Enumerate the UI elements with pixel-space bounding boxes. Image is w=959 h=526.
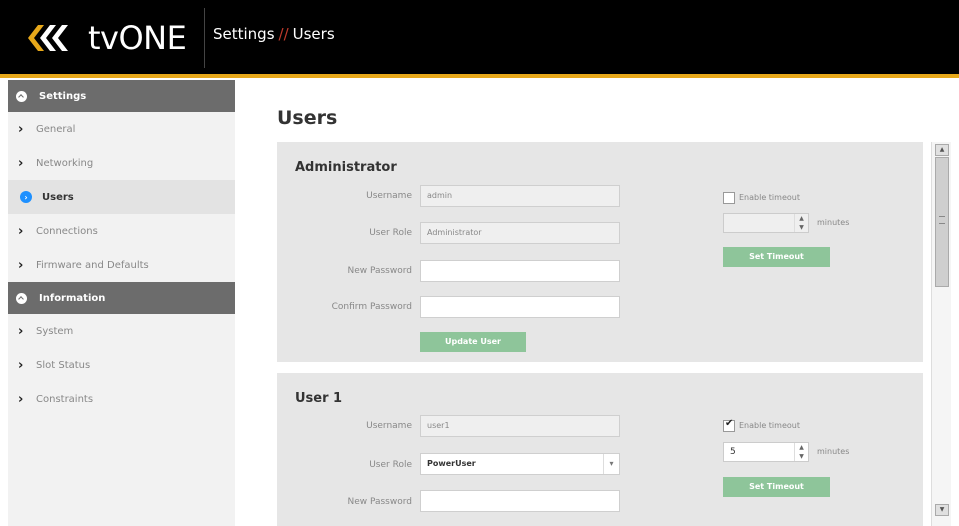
panel-title: User 1: [295, 391, 343, 406]
minutes-label: minutes: [817, 218, 850, 227]
sidebar-group-label: Settings: [39, 90, 87, 102]
tvone-logo[interactable]: tvONE: [18, 14, 187, 62]
username-field[interactable]: user1: [420, 415, 620, 437]
chevron-right-icon: ›: [18, 121, 24, 137]
timeout-minutes-input[interactable]: 5 ▲ ▼: [723, 442, 809, 462]
sidebar-item-label: Users: [42, 191, 74, 203]
set-timeout-button[interactable]: Set Timeout: [723, 247, 830, 267]
user-role-label: User Role: [369, 228, 412, 238]
sidebar-item-system[interactable]: › System: [8, 314, 235, 348]
confirm-password-field[interactable]: [420, 296, 620, 318]
chevron-right-icon: ›: [18, 391, 24, 407]
sidebar-item-users[interactable]: › Users: [8, 180, 235, 214]
breadcrumb: Settings//Users: [213, 25, 335, 43]
sidebar-group-label: Information: [39, 292, 106, 304]
sidebar-item-connections[interactable]: › Connections: [8, 214, 235, 248]
scroll-down-icon[interactable]: ▼: [935, 504, 949, 516]
user-role-label: User Role: [369, 460, 412, 470]
chevron-right-icon: ›: [18, 257, 24, 273]
breadcrumb-section[interactable]: Settings: [213, 25, 275, 43]
panel-title: Administrator: [295, 160, 397, 175]
set-timeout-button[interactable]: Set Timeout: [723, 477, 830, 497]
spinner-arrows-icon[interactable]: ▲ ▼: [794, 443, 808, 461]
header-accent-stripe: [0, 74, 959, 78]
minutes-label: minutes: [817, 447, 850, 456]
sidebar-item-general[interactable]: › General: [8, 112, 235, 146]
sidebar-group-information[interactable]: Information: [8, 282, 235, 314]
sidebar-item-label: Connections: [36, 225, 98, 237]
sidebar-item-constraints[interactable]: › Constraints: [8, 382, 235, 416]
sidebar-item-firmware[interactable]: › Firmware and Defaults: [8, 248, 235, 282]
sidebar-item-label: Firmware and Defaults: [36, 259, 149, 271]
new-password-label: New Password: [347, 497, 412, 507]
breadcrumb-separator: //: [278, 25, 289, 43]
chevron-right-icon: ›: [18, 323, 24, 339]
chevron-right-icon: ›: [18, 223, 24, 239]
sidebar-group-settings[interactable]: Settings: [8, 80, 235, 112]
scroll-up-icon[interactable]: ▲: [935, 144, 949, 156]
timeout-minutes-input[interactable]: ▲ ▼: [723, 213, 809, 233]
new-password-label: New Password: [347, 266, 412, 276]
sidebar-item-label: Constraints: [36, 393, 94, 405]
scroll-thumb[interactable]: [935, 157, 949, 287]
chevron-right-icon: ›: [18, 155, 24, 171]
collapse-circle-icon: [16, 292, 27, 304]
collapse-circle-icon: [16, 90, 27, 102]
confirm-password-label: Confirm Password: [331, 302, 412, 312]
active-chevron-icon: ›: [20, 191, 32, 203]
new-password-field[interactable]: [420, 490, 620, 512]
sidebar-item-networking[interactable]: › Networking: [8, 146, 235, 180]
logo-text: tvONE: [88, 19, 187, 57]
vertical-scrollbar[interactable]: ▲ ▼: [931, 142, 951, 526]
username-field[interactable]: admin: [420, 185, 620, 207]
sidebar-item-label: General: [36, 123, 76, 135]
enable-timeout-label: Enable timeout: [739, 421, 800, 430]
sidebar-item-slot-status[interactable]: › Slot Status: [8, 348, 235, 382]
user-role-select[interactable]: PowerUser ▾: [420, 453, 620, 475]
username-label: Username: [366, 421, 412, 431]
chevron-logo-icon: [28, 25, 68, 51]
enable-timeout-checkbox[interactable]: [723, 418, 735, 432]
sidebar-item-label: System: [36, 325, 74, 337]
timeout-value: 5: [730, 447, 736, 457]
chevron-right-icon: ›: [18, 357, 24, 373]
app-header: tvONE Settings//Users: [0, 0, 959, 74]
header-divider: [204, 8, 205, 68]
user-role-field[interactable]: Administrator: [420, 222, 620, 244]
page-title: Users: [277, 107, 338, 129]
user-panel-user1: User 1 Username user1 User Role PowerUse…: [277, 373, 923, 526]
grip-icon: [939, 216, 945, 224]
enable-timeout-checkbox[interactable]: [723, 192, 735, 204]
new-password-field[interactable]: [420, 260, 620, 282]
sidebar-item-label: Slot Status: [36, 359, 91, 371]
user-role-value: PowerUser: [427, 459, 476, 468]
update-user-button[interactable]: Update User: [420, 332, 526, 352]
user-panel-administrator: Administrator Username admin User Role A…: [277, 142, 923, 362]
spinner-arrows-icon[interactable]: ▲ ▼: [794, 214, 808, 232]
sidebar-item-label: Networking: [36, 157, 94, 169]
chevron-down-icon[interactable]: ▾: [603, 454, 619, 474]
enable-timeout-label: Enable timeout: [739, 193, 800, 202]
sidebar: Settings › General › Networking › Users …: [8, 80, 235, 526]
username-label: Username: [366, 191, 412, 201]
breadcrumb-page: Users: [292, 25, 335, 43]
